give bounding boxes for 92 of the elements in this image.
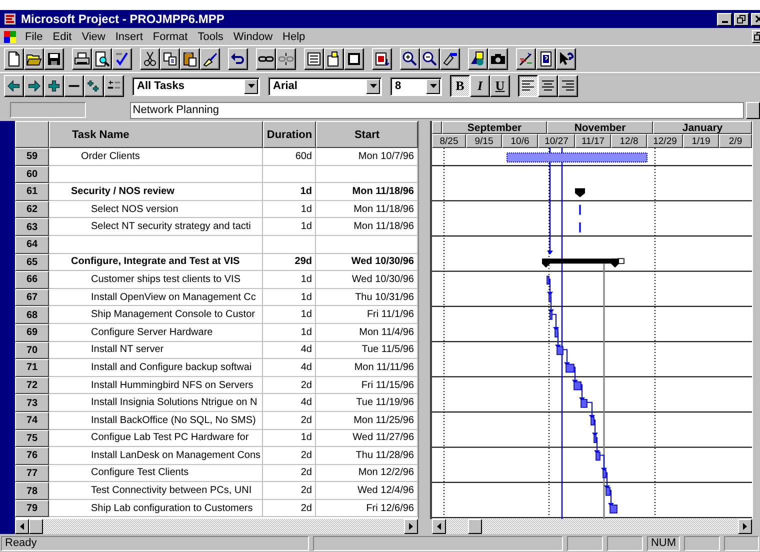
row-number[interactable]: 74 (15, 412, 49, 430)
font-dropdown[interactable]: Arial (268, 76, 382, 96)
column-header[interactable]: Duration (263, 121, 316, 148)
row-number[interactable]: 68 (15, 306, 49, 324)
table-cell: Configue Lab Test PC Hardware for (49, 430, 263, 448)
table-cell: 2d (263, 482, 316, 500)
table-cell: 2d (263, 464, 316, 482)
row-number[interactable]: 73 (15, 394, 49, 412)
row-number[interactable]: 67 (15, 288, 49, 306)
table-cell: 1d (263, 200, 316, 218)
table-cell: Install and Configure backup softwai (49, 359, 263, 377)
table-cell: 4d (263, 394, 316, 412)
timescale-date: 8/25 (432, 134, 466, 148)
row-number[interactable]: 71 (15, 359, 49, 377)
table-cell: 2d (263, 412, 316, 430)
table-cell: Configure Test Clients (49, 464, 263, 482)
table-cell: Ship Lab configuration to Customers (49, 500, 263, 518)
row-number[interactable]: 65 (15, 254, 49, 272)
table-cell: Install NT server (49, 342, 263, 360)
timescale-date: 12/29 (647, 134, 683, 148)
row-number[interactable]: 60 (15, 166, 49, 184)
row-number[interactable]: 66 (15, 271, 49, 289)
table-cell: 29d (263, 254, 316, 272)
font-style-button[interactable]: I (470, 75, 490, 97)
status-message: Ready (1, 536, 309, 550)
row-number[interactable]: 70 (15, 342, 49, 360)
menu-item[interactable]: File (21, 30, 49, 42)
timescale-month: January (653, 121, 752, 134)
table-cell: 2d (263, 500, 316, 518)
row-number[interactable]: 63 (15, 218, 49, 236)
column-header[interactable]: Start (316, 121, 418, 148)
menu-item[interactable]: Window (229, 30, 279, 42)
table-cell: Install Insignia Solutions Ntrigue on N (49, 394, 263, 412)
row-number[interactable]: 75 (15, 430, 49, 448)
font-size-dropdown[interactable]: 8 (390, 76, 442, 96)
table-cell: 60d (263, 148, 316, 166)
row-number[interactable]: 64 (15, 236, 49, 254)
table-cell: 4d (263, 359, 316, 377)
row-number[interactable]: 79 (15, 500, 49, 518)
filter-dropdown[interactable]: All Tasks (132, 76, 260, 96)
table-cell: Test Connectivity between PCs, UNI (49, 482, 263, 500)
table-cell: Customer ships test clients to VIS (49, 271, 263, 289)
table-cell: Ship Management Console to Custor (49, 306, 263, 324)
timescale-month: November (547, 121, 653, 134)
entry-field[interactable]: Network Planning (130, 102, 744, 118)
table-cell: Install OpenView on Management Cc (49, 288, 263, 306)
status-indicator: NUM (647, 536, 680, 550)
timescale-date: 10/27 (538, 134, 575, 148)
table-cell: Install LanDesk on Management Cons (49, 447, 263, 465)
font-style-button[interactable]: B (450, 75, 470, 97)
row-number[interactable]: 59 (15, 148, 49, 166)
menu-item[interactable]: Edit (48, 30, 78, 42)
row-number[interactable]: 77 (15, 464, 49, 482)
row-number[interactable]: 69 (15, 324, 49, 342)
table-cell: 2d (263, 447, 316, 465)
table-cell: Install BackOffice (No SQL, No SMS) (49, 412, 263, 430)
font-style-button[interactable]: U (490, 75, 510, 97)
table-cell: 1d (263, 288, 316, 306)
timescale-date: 9/15 (466, 134, 502, 148)
menu-item[interactable]: Help (278, 30, 312, 42)
row-number[interactable]: 72 (15, 376, 49, 394)
menu-item[interactable]: Insert (111, 30, 149, 42)
table-cell: Configure Server Hardware (49, 324, 263, 342)
menu-item[interactable]: View (78, 30, 112, 42)
timescale-month: September (442, 121, 547, 134)
table-cell: Order Clients (49, 148, 263, 166)
table-cell: Configure, Integrate and Test at VIS (49, 254, 263, 272)
column-header[interactable]: Task Name (49, 121, 263, 148)
table-cell: Install Hummingbird NFS on Servers (49, 376, 263, 394)
table-cell: Security / NOS review (49, 183, 263, 201)
menu-item[interactable]: Tools (194, 30, 230, 42)
table-cell: 1d (263, 430, 316, 448)
row-number[interactable]: 62 (15, 200, 49, 218)
table-cell: 1d (263, 183, 316, 201)
menu-item[interactable]: Format (148, 30, 194, 42)
timescale-date: 1/19 (683, 134, 719, 148)
row-number[interactable]: 78 (15, 482, 49, 500)
table-cell: Select NT security strategy and tacti (49, 218, 263, 236)
table-cell: 2d (263, 376, 316, 394)
row-number[interactable]: 61 (15, 183, 49, 201)
table-cell: 1d (263, 324, 316, 342)
table-cell: 1d (263, 218, 316, 236)
window-title: Microsoft Project - PROJMPP6.MPP (21, 12, 224, 26)
timescale-date: 12/8 (611, 134, 647, 148)
timescale-date: 10/6 (502, 134, 538, 148)
table-cell: 4d (263, 342, 316, 360)
timescale-date: 2/9 (719, 134, 752, 148)
table-cell: 1d (263, 271, 316, 289)
row-number[interactable]: 76 (15, 447, 49, 465)
table-cell: 1d (263, 306, 316, 324)
timescale-date: 11/17 (575, 134, 611, 148)
table-cell: Select NOS version (49, 200, 263, 218)
